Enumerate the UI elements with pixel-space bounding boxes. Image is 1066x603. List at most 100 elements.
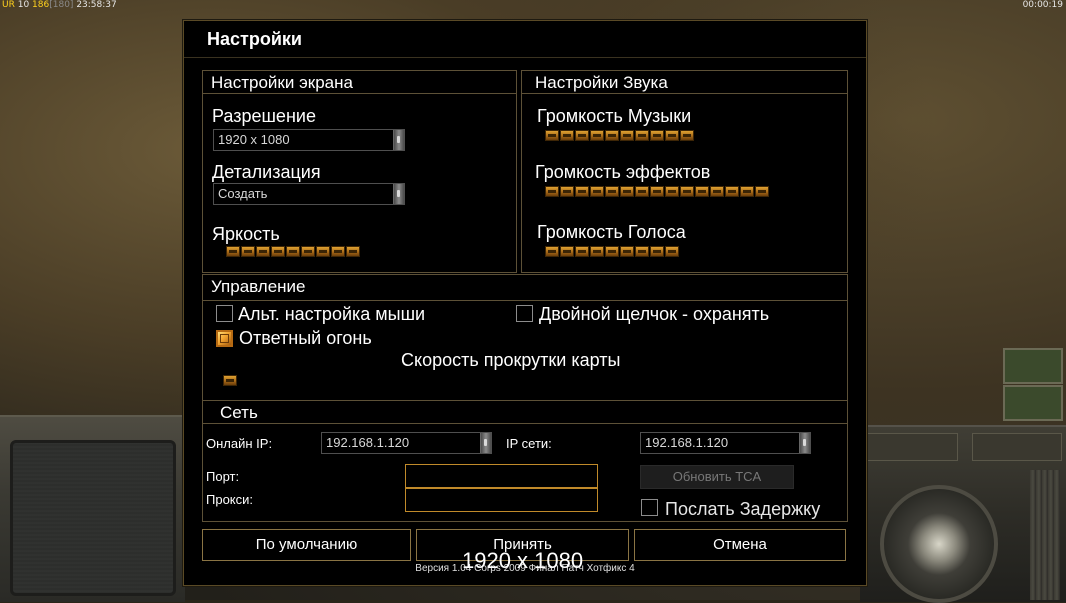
slider-segment — [286, 246, 300, 257]
slider-segment — [256, 246, 270, 257]
scroll-speed-label: Скорость прокрутки карты — [401, 350, 621, 370]
refresh-tca-button[interactable]: Обновить TCA — [640, 465, 794, 489]
detail-label: Детализация — [212, 162, 321, 182]
brightness-label: Яркость — [212, 224, 280, 244]
return-fire-checkbox[interactable] — [216, 330, 233, 347]
voice-volume-label: Громкость Голоса — [537, 222, 686, 242]
slider-segment — [560, 186, 574, 197]
send-delay-label: Послать Задержку — [665, 499, 821, 519]
effects-volume-slider[interactable] — [545, 186, 769, 197]
scroll-arrow-icon[interactable] — [799, 433, 810, 453]
hud-bracket: [180] — [49, 0, 74, 10]
proxy-input[interactable] — [405, 488, 598, 512]
slider-segment — [620, 246, 634, 257]
slider-segment — [635, 186, 649, 197]
radar-dial — [880, 485, 998, 603]
target-button[interactable] — [1003, 385, 1063, 421]
slider-segment — [590, 186, 604, 197]
slider-segment — [575, 186, 589, 197]
return-fire-label: Ответный огонь — [239, 328, 372, 348]
net-ip-value: 192.168.1.120 — [645, 435, 729, 450]
online-ip-label: Онлайн IP: — [206, 436, 273, 451]
scroll-arrow-icon[interactable] — [393, 130, 404, 150]
slider-segment — [346, 246, 360, 257]
slider-segment — [605, 130, 619, 141]
slider-segment — [605, 186, 619, 197]
slider-segment — [740, 186, 754, 197]
panel-button-right — [972, 433, 1062, 461]
brightness-slider[interactable] — [226, 246, 360, 257]
slider-segment — [545, 246, 559, 257]
music-volume-slider[interactable] — [545, 130, 694, 141]
panel-grille — [1030, 470, 1060, 600]
slider-segment — [545, 130, 559, 141]
slider-segment — [650, 186, 664, 197]
double-click-checkbox[interactable] — [516, 305, 533, 322]
resolution-overlay: 1920 x 1080 — [462, 548, 584, 573]
title-divider — [184, 57, 866, 58]
slider-segment — [620, 186, 634, 197]
effects-volume-label: Громкость эффектов — [535, 162, 711, 182]
sound-settings-header: Настройки Звука — [522, 71, 847, 94]
hud-status: UR 10 186[180] 23:58:37 — [2, 0, 117, 11]
proxy-label: Прокси: — [206, 492, 254, 507]
resolution-label: Разрешение — [212, 106, 316, 126]
detail-select[interactable]: Создать — [213, 183, 405, 205]
portrait-button[interactable] — [1003, 348, 1063, 384]
port-label: Порт: — [206, 469, 240, 484]
slider-segment — [695, 186, 709, 197]
slider-segment — [301, 246, 315, 257]
alt-mouse-checkbox[interactable] — [216, 305, 233, 322]
slider-segment — [710, 186, 724, 197]
controls-header: Управление — [203, 275, 847, 301]
net-ip-label: IP сети: — [506, 436, 552, 451]
slider-segment — [725, 186, 739, 197]
slider-segment — [545, 186, 559, 197]
slider-segment — [241, 246, 255, 257]
slider-segment — [665, 246, 679, 257]
music-volume-label: Громкость Музыки — [537, 106, 692, 126]
double-click-label: Двойной щелчок - охранять — [539, 304, 770, 324]
slider-segment — [620, 130, 634, 141]
online-ip-select[interactable]: 192.168.1.120 — [321, 432, 492, 454]
slider-segment — [680, 186, 694, 197]
hud-value2: 186 — [32, 0, 50, 10]
screen-settings-header: Настройки экрана — [203, 71, 516, 94]
dialog-title: Настройки — [207, 29, 302, 49]
slider-segment — [316, 246, 330, 257]
network-header: Сеть — [203, 401, 847, 424]
slider-segment — [635, 246, 649, 257]
cancel-button[interactable]: Отмена — [634, 529, 846, 561]
net-ip-select[interactable]: 192.168.1.120 — [640, 432, 811, 454]
slider-segment — [575, 246, 589, 257]
slider-segment — [755, 186, 769, 197]
default-button[interactable]: По умолчанию — [202, 529, 411, 561]
slider-segment — [575, 130, 589, 141]
panel-button-left — [866, 433, 958, 461]
slider-segment — [590, 246, 604, 257]
voice-volume-slider[interactable] — [545, 246, 679, 257]
slider-segment — [271, 246, 285, 257]
slider-segment — [680, 130, 694, 141]
scroll-arrow-icon[interactable] — [393, 184, 404, 204]
slider-segment — [590, 130, 604, 141]
port-input[interactable] — [405, 464, 598, 488]
slider-segment — [635, 130, 649, 141]
slider-segment — [665, 130, 679, 141]
slider-segment — [331, 246, 345, 257]
hud-ur: UR — [2, 0, 15, 10]
hud-clock: 23:58:37 — [76, 0, 117, 10]
slider-segment — [650, 130, 664, 141]
scroll-speed-slider[interactable] — [223, 375, 237, 386]
slider-segment — [226, 246, 240, 257]
slider-segment — [560, 130, 574, 141]
send-delay-checkbox[interactable] — [641, 499, 658, 516]
slider-segment — [665, 186, 679, 197]
resolution-select[interactable]: 1920 x 1080 — [213, 129, 405, 151]
hud-timer: 00:00:19 — [1022, 0, 1063, 10]
scroll-arrow-icon[interactable] — [480, 433, 491, 453]
settings-dialog: Настройки Настройки экрана Разрешение 19… — [183, 20, 867, 586]
unit-screen — [10, 440, 176, 596]
slider-segment — [560, 246, 574, 257]
slider-segment — [650, 246, 664, 257]
